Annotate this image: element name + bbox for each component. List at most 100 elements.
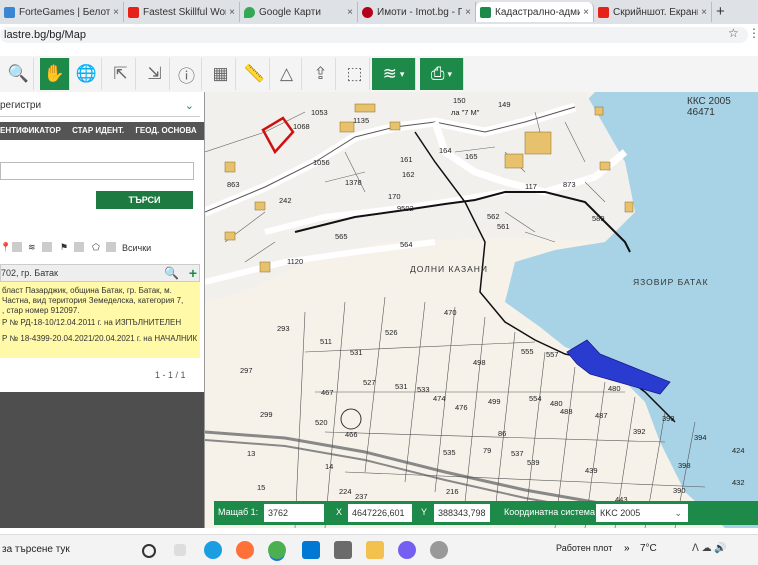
- system-tray[interactable]: ᐱ ☁ 🔊: [692, 543, 727, 554]
- checkbox[interactable]: [12, 242, 22, 252]
- parcel-number-label: 150: [453, 96, 466, 105]
- register-select[interactable]: регистри ⌄: [0, 96, 200, 117]
- polygon-filter-icon[interactable]: ⬠: [92, 242, 100, 253]
- browser-menu-icon[interactable]: ⋮: [748, 26, 758, 40]
- tab-youtube-1[interactable]: Fastest Skillful Worke ×: [124, 2, 240, 22]
- pan-button[interactable]: ✋: [40, 58, 70, 90]
- zoom-out-button[interactable]: 🔍: [4, 58, 34, 90]
- layers-grid-button[interactable]: ▦: [206, 58, 236, 90]
- tab-google-maps[interactable]: Google Карти ×: [240, 2, 358, 22]
- x-label: X: [336, 507, 343, 517]
- parcel-number-label: 297: [240, 366, 253, 375]
- browser-tab-bar: ForteGames | Белот и × Fastest Skillful …: [0, 0, 758, 24]
- close-icon[interactable]: ×: [229, 7, 235, 18]
- parcel-number-label: 216: [446, 487, 459, 496]
- parcel-number-label: 161: [400, 155, 413, 164]
- chevron-up-icon[interactable]: »: [624, 543, 630, 554]
- new-tab-button[interactable]: +: [716, 3, 725, 20]
- tab-fortegames[interactable]: ForteGames | Белот и ×: [0, 2, 124, 22]
- bookmark-star-icon[interactable]: ☆: [728, 26, 739, 40]
- parcel-number-label: 1053: [311, 108, 328, 117]
- close-icon[interactable]: ×: [583, 7, 589, 18]
- scale-label: Мащаб 1:: [218, 507, 259, 517]
- building: [599, 161, 611, 171]
- checkbox[interactable]: [106, 242, 116, 252]
- store-icon[interactable]: [334, 541, 352, 559]
- measure-length-button[interactable]: 📏: [240, 58, 270, 90]
- edge-icon[interactable]: [204, 541, 222, 559]
- chrome-icon[interactable]: [268, 541, 286, 559]
- upload-button[interactable]: ⇪: [306, 58, 336, 90]
- export-window-button[interactable]: ⇱: [106, 58, 136, 90]
- select-area-button[interactable]: ⬚: [340, 58, 370, 90]
- map-toolbar: 🔍 ✋ 🌐 ⇱ ⇲ ⓘ ▦ 📏 △ ⇪ ⬚ ≋ ▾ ⎙ ▾: [0, 56, 758, 93]
- parcel-number-label: 487: [595, 411, 608, 420]
- parcel-number-label: 390: [673, 486, 686, 495]
- parcel-number-label: 539: [527, 458, 540, 467]
- tab-imot[interactable]: Имоти - Imot.bg - Пр ×: [358, 2, 476, 22]
- weather-widget[interactable]: 7°C: [640, 543, 657, 554]
- result-line: бласт Пазарджик, община Батак, гр. Батак…: [2, 286, 172, 295]
- search-input[interactable]: [0, 162, 194, 180]
- crs-overlay-label: ККС 2005 46471: [687, 96, 731, 118]
- viber-icon[interactable]: [398, 541, 416, 559]
- firefox-icon[interactable]: [236, 541, 254, 559]
- print-button[interactable]: ⎙ ▾: [420, 58, 464, 90]
- checkbox[interactable]: [74, 242, 84, 252]
- parcel-number-label: 564: [400, 240, 413, 249]
- parcel-number-label: 393: [662, 414, 675, 423]
- tab-title: Кадастрално-админ: [495, 6, 581, 18]
- close-icon[interactable]: ×: [347, 7, 353, 18]
- y-label: Y: [421, 507, 428, 517]
- app-icon[interactable]: [430, 541, 448, 559]
- parcel-number-label: 533: [417, 385, 430, 394]
- globe-button[interactable]: 🌐: [72, 58, 102, 90]
- close-icon[interactable]: ×: [701, 7, 707, 18]
- measure-area-button[interactable]: △: [272, 58, 302, 90]
- google-maps-favicon-icon: [244, 6, 255, 18]
- parcel-number-label: 432: [732, 478, 745, 487]
- close-icon[interactable]: ×: [113, 7, 119, 18]
- filter-all-label[interactable]: Всички: [122, 243, 151, 253]
- crs-select[interactable]: КKC 2005 ⌄: [596, 504, 688, 522]
- task-view-icon[interactable]: [142, 544, 156, 558]
- flag-filter-icon[interactable]: ⚑: [60, 242, 68, 253]
- column-geodetic-base[interactable]: ГЕОД. ОСНОВА: [135, 126, 196, 135]
- result-card[interactable]: бласт Пазарджик, община Батак, гр. Батак…: [0, 282, 200, 358]
- mail-icon[interactable]: [302, 541, 320, 559]
- parcel-number-label: 511: [320, 337, 332, 346]
- address-field[interactable]: lastre.bg/bg/Map: [0, 27, 748, 43]
- taskbar-search[interactable]: за търсене тук: [0, 535, 132, 565]
- checkbox[interactable]: [42, 242, 52, 252]
- map-layers-button[interactable]: ≋ ▾: [372, 58, 416, 90]
- globe-icon: 🌐: [75, 64, 98, 83]
- desktop-toolbar-label[interactable]: Работен плот: [556, 543, 612, 553]
- search-button[interactable]: ТЪРСИ: [96, 191, 193, 209]
- crs-select-value: КKC 2005: [600, 508, 641, 518]
- scale-input[interactable]: 3762: [264, 504, 324, 522]
- fortegames-favicon-icon: [4, 6, 15, 18]
- column-old-identifier[interactable]: СТАР ИДЕНТ.: [72, 126, 124, 135]
- pin-filter-icon[interactable]: 📍: [0, 242, 11, 253]
- cadastral-map[interactable]: ККС 2005 46471 ЯЗОВИР БАТАК ДОЛНИ КАЗАНИ…: [205, 92, 758, 528]
- search-icon[interactable]: 🔍: [164, 265, 179, 281]
- column-identifier[interactable]: ЕНТИФИКАТОР: [0, 126, 61, 135]
- result-header[interactable]: 702, гр. Батак 🔍 +: [0, 264, 200, 282]
- file-explorer-icon[interactable]: [366, 541, 384, 559]
- layers-filter-icon[interactable]: ≋: [28, 242, 36, 253]
- parcel-number-label: 531: [350, 348, 363, 357]
- import-window-button[interactable]: ⇲: [140, 58, 170, 90]
- close-icon[interactable]: ×: [465, 7, 471, 18]
- parcel-number-label: 526: [385, 328, 398, 337]
- import-window-icon: ⇲: [147, 64, 162, 83]
- add-icon[interactable]: +: [189, 265, 197, 281]
- tab-cadastre[interactable]: Кадастрално-админ ×: [476, 2, 594, 22]
- crs-label: Координатна система: [504, 507, 595, 517]
- widgets-icon[interactable]: [174, 544, 186, 556]
- info-button[interactable]: ⓘ: [172, 58, 202, 90]
- upload-icon: ⇪: [313, 64, 328, 83]
- building: [389, 121, 401, 131]
- parcel-number-label: 557: [546, 350, 559, 359]
- parcel-number-label: 224: [339, 487, 352, 496]
- tab-youtube-2[interactable]: Скрийншот. Екранна ×: [594, 2, 712, 22]
